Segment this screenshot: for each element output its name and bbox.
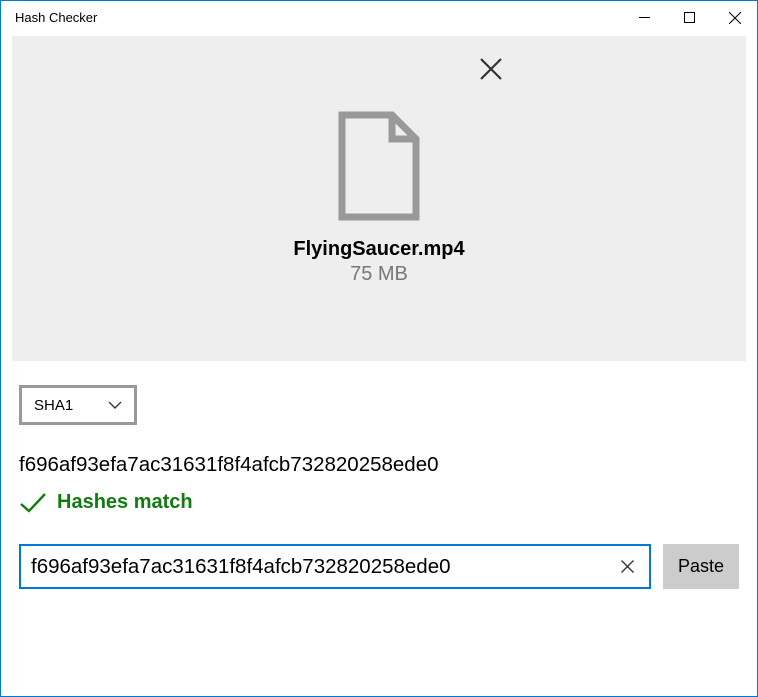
compare-input-row: Paste (19, 544, 739, 589)
close-icon (480, 58, 502, 80)
titlebar: Hash Checker (1, 1, 757, 34)
computed-hash: f696af93efa7ac31631f8f4afcb732820258ede0 (19, 453, 739, 477)
window-controls (622, 1, 757, 34)
close-icon (621, 560, 634, 573)
file-icon (334, 111, 424, 226)
file-drop-panel[interactable]: FlyingSaucer.mp4 75 MB (12, 36, 746, 361)
match-label: Hashes match (57, 491, 193, 514)
algorithm-select[interactable]: SHA1 (19, 385, 137, 425)
remove-file-button[interactable] (480, 58, 502, 85)
maximize-button[interactable] (667, 1, 712, 34)
close-button[interactable] (712, 1, 757, 34)
controls-area: SHA1 f696af93efa7ac31631f8f4afcb73282025… (1, 361, 757, 589)
compare-hash-input[interactable] (31, 555, 613, 579)
file-size: 75 MB (350, 263, 408, 286)
algorithm-selected-label: SHA1 (34, 397, 73, 414)
file-name: FlyingSaucer.mp4 (293, 238, 464, 261)
compare-hash-field-wrap (19, 544, 651, 589)
window-title: Hash Checker (15, 1, 97, 34)
minimize-button[interactable] (622, 1, 667, 34)
checkmark-icon (19, 492, 47, 514)
chevron-down-icon (108, 401, 122, 409)
clear-input-button[interactable] (613, 553, 641, 581)
hash-match-status: Hashes match (19, 491, 739, 514)
paste-button[interactable]: Paste (663, 544, 739, 589)
